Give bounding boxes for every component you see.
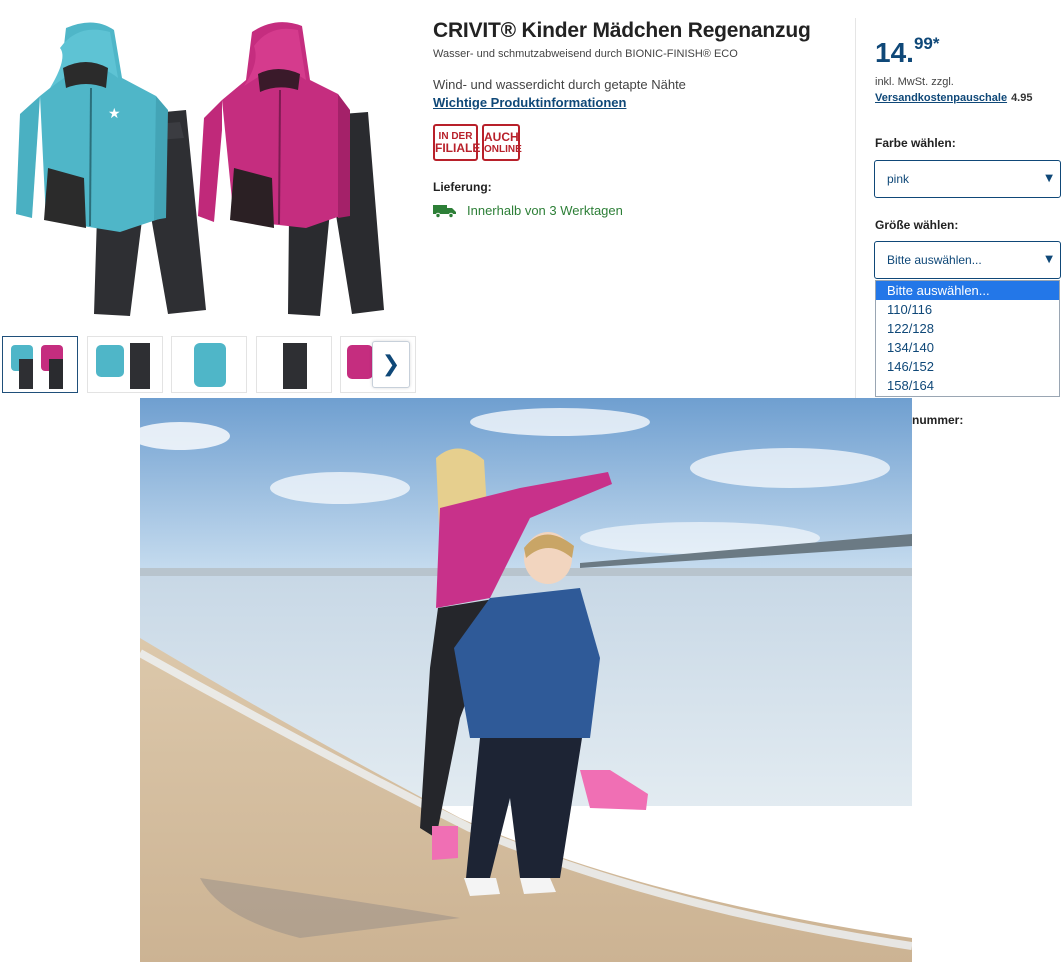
size-option[interactable]: 134/140 xyxy=(876,338,1059,357)
size-option[interactable]: 110/116 xyxy=(876,300,1059,319)
in-store-badge: IN DER FILIALE xyxy=(433,124,481,161)
size-select-value: Bitte auswählen... xyxy=(887,253,982,267)
shipping-link[interactable]: Versandkostenpauschale xyxy=(875,92,1007,104)
product-info-link[interactable]: Wichtige Produktinformationen xyxy=(433,95,626,110)
svg-text:★: ★ xyxy=(108,106,121,122)
product-feature: Wind- und wasserdicht durch getapte Näht… xyxy=(433,77,686,92)
badge-line-2: ONLINE xyxy=(484,143,522,155)
gallery-next-button[interactable]: ❯ xyxy=(372,341,410,388)
badge-line-2: FILIALE xyxy=(435,140,481,155)
delivery-info: Innerhalb von 3 Werktagen xyxy=(433,203,623,218)
chevron-right-icon: ❯ xyxy=(381,352,401,377)
product-main-image[interactable]: ★ xyxy=(8,18,408,323)
price-decimal: 99* xyxy=(913,34,940,53)
online-badge: AUCH ONLINE xyxy=(482,124,522,161)
size-option[interactable]: 158/164 xyxy=(876,376,1059,395)
chevron-down-icon: ▼ xyxy=(1045,254,1053,265)
thumbnail-3[interactable] xyxy=(171,336,247,393)
column-divider xyxy=(855,18,856,398)
shipping-cost: 4.95 xyxy=(1011,92,1033,104)
size-option[interactable]: 122/128 xyxy=(876,319,1059,338)
thumbnail-image xyxy=(194,343,226,387)
size-dropdown-list: Bitte auswählen... 110/116 122/128 134/1… xyxy=(875,280,1060,397)
price: 14.99* xyxy=(875,34,939,69)
thumbnail-image xyxy=(96,343,150,389)
badge-line-1: AUCH xyxy=(484,129,519,144)
thumbnail-1[interactable] xyxy=(2,336,78,393)
tax-note: inkl. MwSt. zzgl. xyxy=(875,76,954,88)
thumbnail-image xyxy=(283,343,307,389)
price-integer: 14. xyxy=(875,37,914,68)
beach-scene-image xyxy=(140,398,912,962)
size-option[interactable]: 146/152 xyxy=(876,357,1059,376)
thumbnail-4[interactable] xyxy=(256,336,332,393)
thumbnail-image xyxy=(11,345,63,389)
color-label: Farbe wählen: xyxy=(875,136,956,150)
item-number-label: nummer: xyxy=(912,413,964,427)
delivery-label: Lieferung: xyxy=(433,180,492,194)
size-label: Größe wählen: xyxy=(875,218,959,232)
thumbnail-strip: ❯ xyxy=(2,336,416,393)
chevron-down-icon: ▼ xyxy=(1045,173,1053,184)
size-option[interactable]: Bitte auswählen... xyxy=(876,281,1059,300)
badge-line-1: IN DER xyxy=(438,130,473,142)
lifestyle-photo xyxy=(140,398,912,962)
delivery-truck-icon xyxy=(433,204,456,218)
color-select[interactable]: pink ▼ xyxy=(874,160,1061,198)
size-select[interactable]: Bitte auswählen... ▼ xyxy=(874,241,1061,279)
thumbnail-2[interactable] xyxy=(87,336,163,393)
shipping-info: Versandkostenpauschale 4.95 xyxy=(875,92,1032,104)
product-title: CRIVIT® Kinder Mädchen Regenanzug xyxy=(433,19,811,42)
delivery-text: Innerhalb von 3 Werktagen xyxy=(467,203,623,218)
color-select-value: pink xyxy=(887,172,910,186)
rain-suit-illustration: ★ xyxy=(16,22,384,316)
product-subtitle: Wasser- und schmutzabweisend durch BIONI… xyxy=(433,48,738,60)
